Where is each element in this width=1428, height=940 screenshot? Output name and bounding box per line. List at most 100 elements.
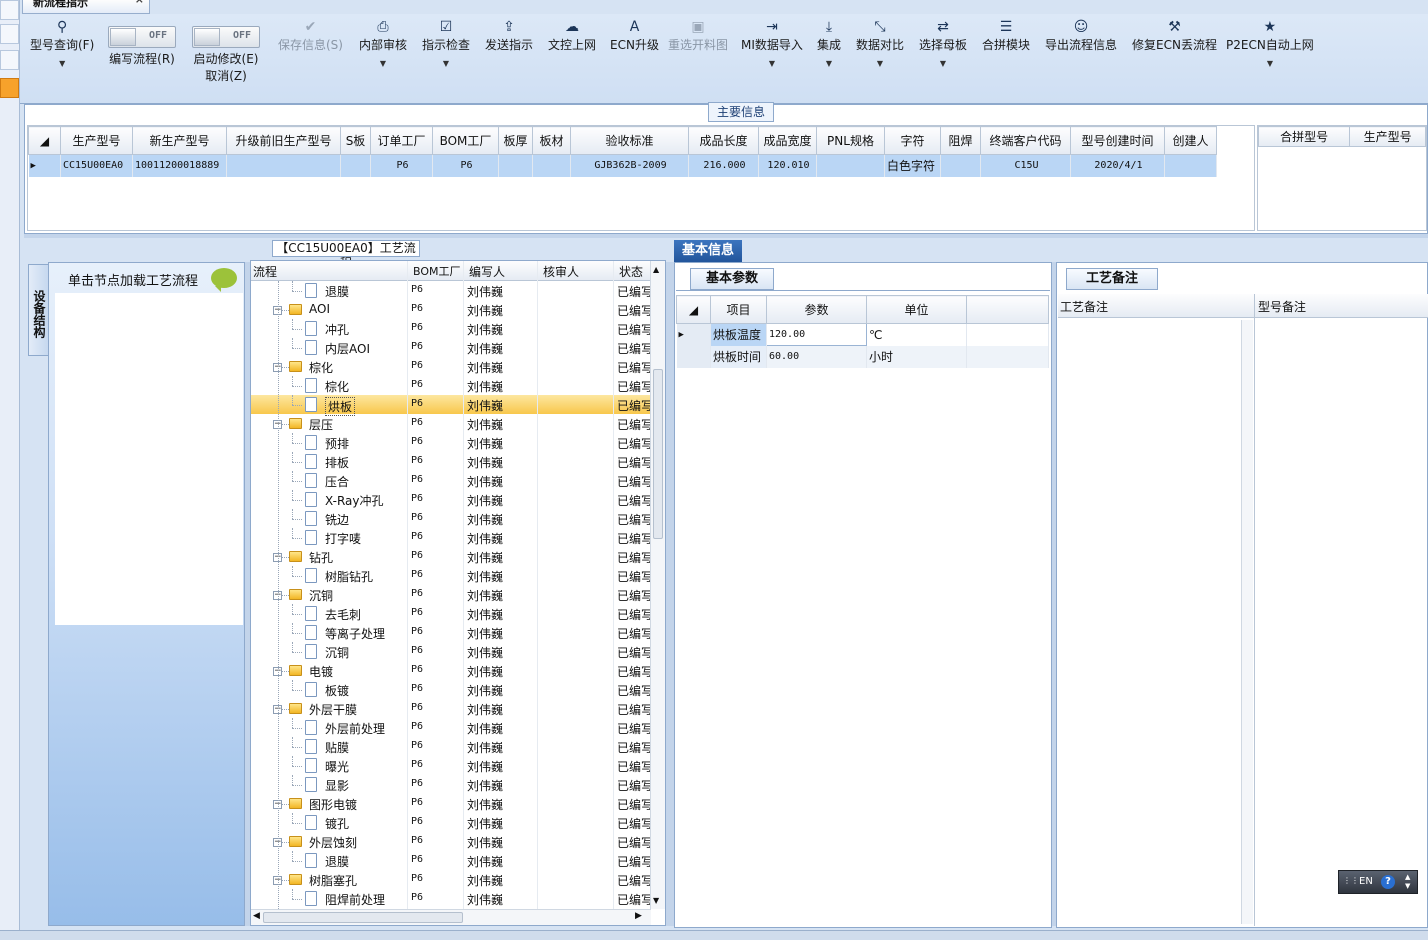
- remark-scrollbar[interactable]: [1241, 320, 1253, 924]
- scrollbar-thumb[interactable]: [653, 369, 663, 539]
- tree-row[interactable]: 烘板 P6 刘伟巍 已编写: [251, 395, 651, 416]
- tree-node-label[interactable]: 镀孔: [325, 815, 349, 832]
- column-header[interactable]: 新生产型号: [132, 126, 227, 155]
- tree-row[interactable]: − 沉铜 P6 刘伟巍 已编写: [251, 585, 651, 604]
- column-header[interactable]: 状态: [619, 263, 643, 280]
- column-header[interactable]: BOM工厂: [413, 263, 461, 279]
- model-query-button[interactable]: ⚲ 型号查询(F) ▼: [30, 18, 94, 68]
- column-header[interactable]: 阻焊: [940, 126, 981, 155]
- tree-node-label[interactable]: 钻孔: [309, 549, 333, 566]
- tree-node-label[interactable]: 棕化: [309, 359, 333, 376]
- data-compare-button[interactable]: ⤡ 数据对比 ▼: [856, 18, 904, 68]
- equipment-structure-tab[interactable]: 设备结构: [28, 264, 48, 356]
- rail-button[interactable]: [0, 50, 19, 70]
- scroll-left-icon[interactable]: ◀: [253, 911, 260, 921]
- dropdown-arrow-icon[interactable]: ▼: [359, 59, 407, 68]
- mi-data-import-button[interactable]: ⇥ MI数据导入 ▼: [741, 18, 803, 68]
- column-header[interactable]: 工艺备注: [1060, 298, 1108, 315]
- tree-row[interactable]: − 树脂塞孔 P6 刘伟巍 已编写: [251, 870, 651, 889]
- column-header[interactable]: 成品宽度: [758, 126, 817, 155]
- horizontal-splitter[interactable]: [24, 234, 1428, 238]
- tree-node-label[interactable]: AOI: [309, 302, 330, 316]
- options-icon[interactable]: ▲ ▼: [1405, 873, 1410, 891]
- horizontal-scrollbar[interactable]: ◀ ▶: [251, 909, 651, 925]
- p2ecn-auto-online-button[interactable]: ★ P2ECN自动上网 ▼: [1226, 18, 1314, 68]
- tree-node-label[interactable]: 退膜: [325, 283, 349, 300]
- help-icon[interactable]: ?: [1381, 875, 1395, 889]
- vertical-splitter[interactable]: [666, 262, 674, 926]
- column-header[interactable]: 成品长度: [688, 126, 759, 155]
- tree-node-label[interactable]: 沉铜: [309, 587, 333, 604]
- tree-row[interactable]: 排板 P6 刘伟巍 已编写: [251, 452, 651, 471]
- column-header[interactable]: 生产型号: [1349, 126, 1426, 147]
- tree-node-label[interactable]: 外层干膜: [309, 701, 357, 718]
- tree-row[interactable]: 压合 P6 刘伟巍 已编写: [251, 471, 651, 490]
- tree-node-label[interactable]: 图形电镀: [309, 796, 357, 813]
- tree-node-label[interactable]: 外层蚀刻: [309, 834, 357, 851]
- ime-toolbar[interactable]: ⋮⋮ EN ? ▲ ▼: [1338, 870, 1418, 894]
- tree-node-label[interactable]: 预排: [325, 435, 349, 452]
- tree-node-label[interactable]: 电镀: [309, 663, 333, 680]
- column-header[interactable]: PNL规格: [816, 126, 885, 155]
- tree-node-label[interactable]: 板镀: [325, 682, 349, 699]
- tree-row[interactable]: 贴膜 P6 刘伟巍 已编写: [251, 737, 651, 756]
- column-header[interactable]: 验收标准: [570, 126, 689, 155]
- close-icon[interactable]: ×: [135, 0, 144, 5]
- tree-row[interactable]: 退膜 P6 刘伟巍 已编写: [251, 281, 651, 300]
- tree-row[interactable]: 预排 P6 刘伟巍 已编写: [251, 433, 651, 452]
- tree-row[interactable]: 棕化 P6 刘伟巍 已编写: [251, 376, 651, 395]
- ecn-upgrade-button[interactable]: A ECN升级: [610, 18, 659, 53]
- column-header[interactable]: 终端客户代码: [980, 126, 1071, 155]
- corner-cell[interactable]: ◢: [676, 295, 711, 324]
- column-header[interactable]: 项目: [710, 295, 767, 324]
- tree-row[interactable]: − 图形电镀 P6 刘伟巍 已编写: [251, 794, 651, 813]
- save-info-button[interactable]: ✔ 保存信息(S): [278, 18, 343, 53]
- column-header[interactable]: BOM工厂: [432, 126, 499, 155]
- tree-row[interactable]: 内层AOI P6 刘伟巍 已编写: [251, 338, 651, 357]
- vertical-splitter[interactable]: [1052, 262, 1056, 926]
- integrate-button[interactable]: ⤓ 集成 ▼: [817, 18, 841, 68]
- column-header[interactable]: 参数: [766, 295, 867, 324]
- column-header[interactable]: 字符: [884, 126, 941, 155]
- tree-node-label[interactable]: 曝光: [325, 758, 349, 775]
- grip-icon[interactable]: ⋮⋮: [1343, 876, 1359, 885]
- column-header[interactable]: 板材: [532, 126, 571, 155]
- write-flow-toggle[interactable]: OFF 编写流程(R): [108, 26, 176, 67]
- tree-row[interactable]: − 外层干膜 P6 刘伟巍 已编写: [251, 699, 651, 718]
- tree-node-label[interactable]: 冲孔: [325, 321, 349, 338]
- column-header[interactable]: S板: [340, 126, 371, 155]
- document-tab[interactable]: 新流程指示 ×: [22, 0, 150, 14]
- column-header[interactable]: 型号备注: [1258, 298, 1306, 315]
- dropdown-arrow-icon[interactable]: ▼: [1226, 59, 1314, 68]
- tree-node-label[interactable]: 显影: [325, 777, 349, 794]
- tree-row[interactable]: 退膜 P6 刘伟巍 已编写: [251, 851, 651, 870]
- tree-node-label[interactable]: 等离子处理: [325, 625, 385, 642]
- tree-row[interactable]: − AOI P6 刘伟巍 已编写: [251, 300, 651, 319]
- dropdown-arrow-icon[interactable]: ▼: [817, 59, 841, 68]
- instruction-check-button[interactable]: ☑ 指示检查 ▼: [422, 18, 470, 68]
- column-header[interactable]: 核审人: [543, 263, 579, 280]
- tree-node-label[interactable]: 棕化: [325, 378, 349, 395]
- internal-review-button[interactable]: ⎙ 内部审核 ▼: [359, 18, 407, 68]
- tree-row[interactable]: − 棕化 P6 刘伟巍 已编写: [251, 357, 651, 376]
- tree-node-label[interactable]: 压合: [325, 473, 349, 490]
- tree-row[interactable]: 沉铜 P6 刘伟巍 已编写: [251, 642, 651, 661]
- doc-control-online-button[interactable]: ☁ 文控上网: [548, 18, 596, 53]
- tree-node-label[interactable]: X-Ray冲孔: [325, 492, 383, 509]
- tree-node-label[interactable]: 排板: [325, 454, 349, 471]
- tree-node-label[interactable]: 内层AOI: [325, 340, 370, 357]
- ime-language[interactable]: EN: [1359, 876, 1373, 887]
- tree-node-label[interactable]: 阻焊前处理: [325, 891, 385, 908]
- column-header[interactable]: 创建人: [1164, 126, 1217, 155]
- tree-row[interactable]: 打字唛 P6 刘伟巍 已编写: [251, 528, 651, 547]
- tree-row[interactable]: 铣边 P6 刘伟巍 已编写: [251, 509, 651, 528]
- scroll-down-icon[interactable]: ▼: [653, 896, 659, 905]
- start-modify-toggle[interactable]: OFF 启动修改(E) 取消(Z): [192, 26, 260, 84]
- basic-info-tab[interactable]: 基本信息: [674, 240, 742, 262]
- rail-button[interactable]: [0, 24, 19, 44]
- tree-row[interactable]: 等离子处理 P6 刘伟巍 已编写: [251, 623, 651, 642]
- tree-node-label[interactable]: 外层前处理: [325, 720, 385, 737]
- tree-row[interactable]: 冲孔 P6 刘伟巍 已编写: [251, 319, 651, 338]
- tree-node-label[interactable]: 退膜: [325, 853, 349, 870]
- tree-node-label[interactable]: 打字唛: [325, 530, 361, 547]
